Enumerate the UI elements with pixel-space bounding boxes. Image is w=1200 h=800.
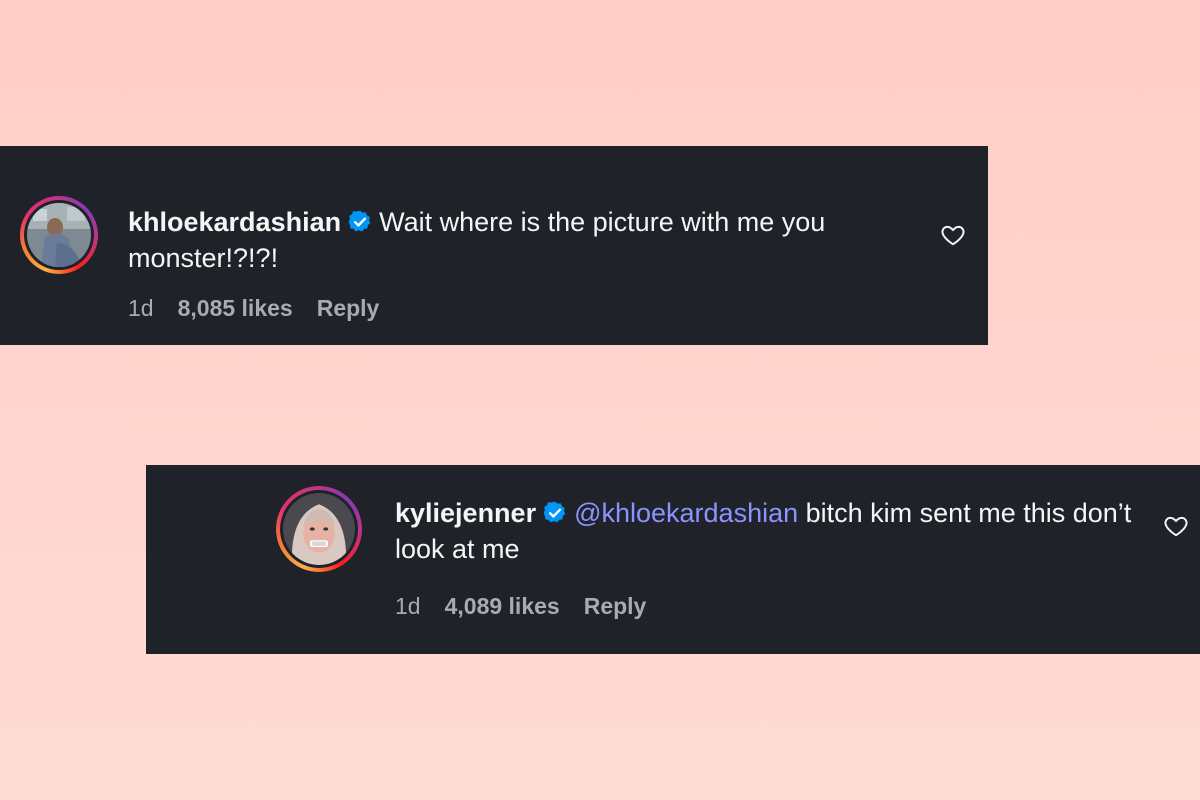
comment-card: kyliejenner @khloekardashian bitch kim se… xyxy=(146,465,1200,654)
timestamp: 1d xyxy=(128,295,154,321)
comment-meta: 1d 4,089 likes Reply xyxy=(395,593,646,620)
mention-link[interactable]: @khloekardashian xyxy=(574,498,798,528)
comment-text: khloekardashian Wait where is the picture… xyxy=(128,204,888,276)
heart-outline-icon[interactable] xyxy=(1163,513,1189,539)
comment-meta: 1d 8,085 likes Reply xyxy=(128,295,379,322)
comment-card: khloekardashian Wait where is the picture… xyxy=(0,146,988,345)
profile-photo xyxy=(283,493,355,565)
reply-button[interactable]: Reply xyxy=(584,593,647,620)
username-link[interactable]: kyliejenner xyxy=(395,498,536,528)
avatar[interactable] xyxy=(276,486,362,572)
verified-badge-icon xyxy=(347,209,373,235)
verified-badge-icon xyxy=(542,500,568,526)
profile-photo xyxy=(27,203,91,267)
timestamp: 1d xyxy=(395,593,421,619)
likes-count[interactable]: 4,089 likes xyxy=(445,593,560,620)
likes-count[interactable]: 8,085 likes xyxy=(178,295,293,322)
reply-button[interactable]: Reply xyxy=(317,295,380,322)
avatar[interactable] xyxy=(20,196,98,274)
username-link[interactable]: khloekardashian xyxy=(128,207,341,237)
comment-text: kyliejenner @khloekardashian bitch kim se… xyxy=(395,495,1155,567)
heart-outline-icon[interactable] xyxy=(940,222,966,248)
